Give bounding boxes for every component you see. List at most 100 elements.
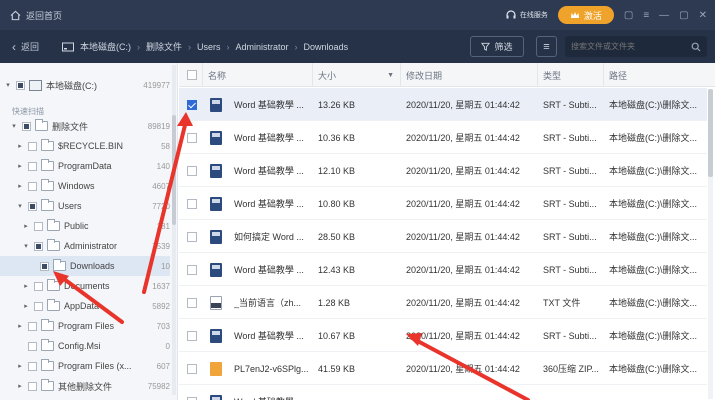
tree-item-recycle-bin[interactable]: ▸ $RECYCLE.BIN 58 (0, 136, 170, 156)
table-row[interactable]: PL7enJ2-v6SPlg... 41.59 KB 2020/11/20, 星期五… (179, 352, 707, 385)
activate-button[interactable]: 激活 (557, 6, 614, 24)
row-checkbox[interactable] (187, 264, 197, 275)
column-name[interactable]: 名称 (203, 63, 313, 87)
tree-item-public[interactable]: ▸ Public 181 (0, 216, 170, 236)
tree-item-deleted-files[interactable]: ▾ 删除文件 89819 (0, 116, 170, 136)
breadcrumb-item[interactable]: Users (197, 42, 221, 52)
list-menu-button[interactable]: ≡ (536, 36, 557, 57)
table-row[interactable]: 如何搞定 Word ... 28.50 KB 2020/11/20, 星期五 01:… (179, 220, 707, 253)
row-checkbox[interactable] (187, 297, 197, 308)
table-row[interactable]: Word 基础教學 ... 13.26 KB 2020/11/20, 星期五 01:… (179, 88, 707, 121)
breadcrumb-item[interactable]: 本地磁盘(C:) (80, 40, 131, 53)
table-row[interactable]: Word 基础教學 ... 12.43 KB 2020/11/20, 星期五 01:… (179, 253, 707, 286)
online-service-button[interactable]: 在线服务 (505, 9, 548, 21)
caret-right-icon[interactable]: ▸ (22, 222, 30, 230)
tree-item-program-files-x86[interactable]: ▸ Program Files (x... 607 (0, 356, 170, 376)
search-box[interactable] (565, 36, 707, 57)
tree-checkbox[interactable] (28, 361, 37, 371)
home-link[interactable]: 返回首页 (0, 9, 62, 22)
tree-checkbox[interactable] (28, 201, 37, 211)
tree-checkbox[interactable] (34, 221, 43, 231)
tree-checkbox[interactable] (28, 181, 37, 191)
tree-item-local-disk[interactable]: ▾ 本地磁盘(C:) 419977 (0, 75, 170, 95)
tree-checkbox[interactable] (34, 241, 43, 251)
table-row[interactable]: Word 基础教學 ... 10.36 KB 2020/11/20, 星期五 01:… (179, 121, 707, 154)
minimize-icon[interactable]: — (659, 10, 669, 21)
sidebar-scroll-thumb[interactable] (172, 115, 176, 225)
tree-item-programdata[interactable]: ▸ ProgramData 140 (0, 156, 170, 176)
sidebar-scrollbar[interactable] (172, 65, 176, 395)
crown-icon (570, 11, 579, 18)
caret-down-icon[interactable]: ▾ (4, 81, 12, 89)
row-checkbox-cell (187, 121, 201, 154)
file-date: 2020/11/20, 星期五 01:44:42 (406, 265, 520, 275)
breadcrumb-item[interactable]: 删除文件 (146, 40, 182, 53)
tree-checkbox[interactable] (28, 381, 37, 391)
row-checkbox[interactable] (187, 165, 197, 176)
menu-icon[interactable]: ≡ (643, 10, 649, 21)
caret-right-icon[interactable]: ▸ (16, 322, 24, 330)
tree-item-config-msi[interactable]: Config.Msi 0 (0, 336, 170, 356)
table-row[interactable]: Word 基础教學 ... 10.80 KB 2020/11/20, 星期五 01:… (179, 187, 707, 220)
filter-label: 筛选 (494, 42, 513, 52)
row-checkbox[interactable] (187, 231, 197, 242)
tree-checkbox[interactable] (34, 281, 43, 291)
caret-down-icon[interactable]: ▾ (22, 242, 30, 250)
back-button[interactable]: ‹ 返回 (0, 40, 62, 54)
table-row[interactable]: Word 基础教學 ... 12.10 KB 2020/11/20, 星期五 01:… (179, 154, 707, 187)
tree-item-users[interactable]: ▾ Users 7720 (0, 196, 170, 216)
row-checkbox[interactable] (187, 198, 197, 209)
table-row[interactable]: Word 基础教學 ... (179, 385, 707, 400)
caret-down-icon[interactable]: ▾ (10, 122, 18, 130)
select-all-checkbox[interactable] (187, 70, 197, 80)
tree-checkbox[interactable] (40, 261, 49, 271)
table-row[interactable]: _当前语言（zh... 1.28 KB 2020/11/20, 星期五 01:44:… (179, 286, 707, 319)
maximize-icon[interactable]: ▢ (679, 10, 688, 21)
caret-right-icon[interactable]: ▸ (16, 162, 24, 170)
caret-right-icon[interactable]: ▸ (16, 362, 24, 370)
column-date[interactable]: 修改日期 (401, 63, 538, 87)
row-checkbox[interactable] (187, 396, 197, 400)
breadcrumb-item[interactable]: Downloads (304, 42, 349, 52)
tree-checkbox[interactable] (28, 341, 37, 351)
filter-button[interactable]: 筛选 (470, 36, 524, 57)
row-checkbox[interactable] (187, 363, 197, 374)
file-icon-cell (210, 286, 226, 319)
tree-item-label: Downloads (70, 261, 115, 271)
caret-down-icon[interactable]: ▾ (16, 202, 24, 210)
tree-item-program-files[interactable]: ▸ Program Files 703 (0, 316, 170, 336)
table-scrollbar[interactable] (708, 89, 713, 399)
column-type[interactable]: 类型 (538, 63, 604, 87)
close-icon[interactable]: ✕ (699, 10, 707, 21)
tree-item-downloads[interactable]: Downloads 10 (0, 256, 170, 276)
tree-checkbox[interactable] (34, 301, 43, 311)
chevron-left-icon: ‹ (12, 39, 16, 54)
tree-item-appdata[interactable]: ▸ AppData 5892 (0, 296, 170, 316)
tree-checkbox[interactable] (28, 141, 37, 151)
breadcrumb-item[interactable]: Administrator (236, 42, 289, 52)
row-checkbox[interactable] (187, 99, 197, 110)
tree-item-other-deleted[interactable]: ▸ 其他删除文件 75982 (0, 376, 170, 396)
caret-right-icon[interactable]: ▸ (22, 282, 30, 290)
tree-checkbox[interactable] (22, 121, 31, 131)
caret-right-icon[interactable]: ▸ (16, 382, 24, 390)
row-checkbox[interactable] (187, 132, 197, 143)
caret-right-icon[interactable]: ▸ (16, 182, 24, 190)
tree-checkbox[interactable] (16, 80, 25, 90)
table-scroll-thumb[interactable] (708, 89, 713, 177)
row-checkbox[interactable] (187, 330, 197, 341)
search-icon[interactable] (691, 42, 701, 52)
tree-checkbox[interactable] (28, 161, 37, 171)
skin-icon[interactable]: ▢ (624, 10, 633, 21)
tree-item-windows[interactable]: ▸ Windows 4607 (0, 176, 170, 196)
column-size[interactable]: 大小 ▼ (313, 63, 401, 87)
tree-item-administrator[interactable]: ▾ Administrator 7539 (0, 236, 170, 256)
column-path[interactable]: 路径 (604, 63, 715, 87)
tree-checkbox[interactable] (28, 321, 37, 331)
table-row[interactable]: Word 基础教學 ... 10.67 KB 2020/11/20, 星期五 01:… (179, 319, 707, 352)
caret-right-icon[interactable]: ▸ (22, 302, 30, 310)
caret-right-icon[interactable]: ▸ (16, 142, 24, 150)
tree-item-documents[interactable]: ▸ Documents 1637 (0, 276, 170, 296)
search-input[interactable] (571, 42, 681, 51)
tree-item-label: Windows (58, 181, 95, 191)
